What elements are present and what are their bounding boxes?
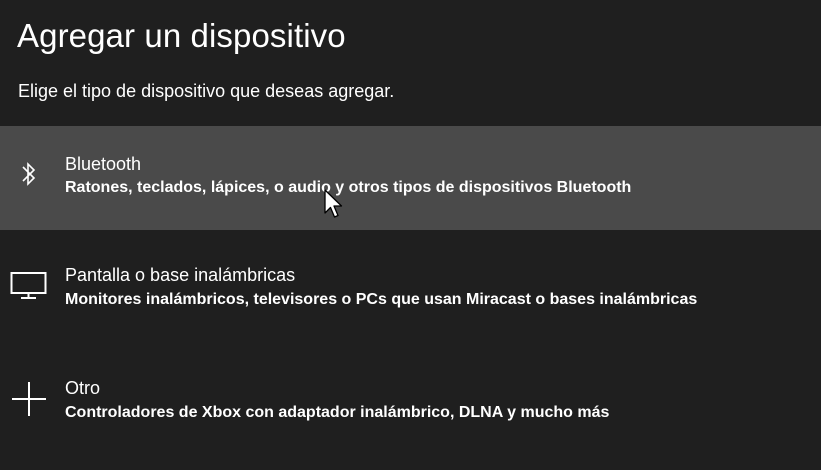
option-bluetooth[interactable]: Bluetooth Ratones, teclados, lápices, o …: [0, 126, 821, 230]
page-title: Agregar un dispositivo: [17, 17, 346, 54]
page-subtitle: Elige el tipo de dispositivo que deseas …: [18, 81, 395, 101]
bluetooth-icon: [10, 155, 48, 193]
option-wireless-display-description: Monitores inalámbricos, televisores o PC…: [65, 291, 698, 308]
option-other-name: Otro: [65, 378, 101, 398]
option-bluetooth-description: Ratones, teclados, lápices, o audio y ot…: [65, 179, 632, 196]
option-other-description: Controladores de Xbox con adaptador inal…: [65, 404, 610, 421]
monitor-icon: [10, 266, 48, 304]
option-wireless-display[interactable]: Pantalla o base inalámbricas Monitores i…: [0, 239, 821, 343]
plus-icon: [10, 380, 48, 418]
option-other[interactable]: Otro Controladores de Xbox con adaptador…: [0, 352, 821, 456]
option-bluetooth-name: Bluetooth: [65, 154, 142, 174]
add-device-dialog: Agregar un dispositivo Elige el tipo de …: [0, 0, 821, 470]
option-wireless-display-name: Pantalla o base inalámbricas: [65, 265, 296, 285]
